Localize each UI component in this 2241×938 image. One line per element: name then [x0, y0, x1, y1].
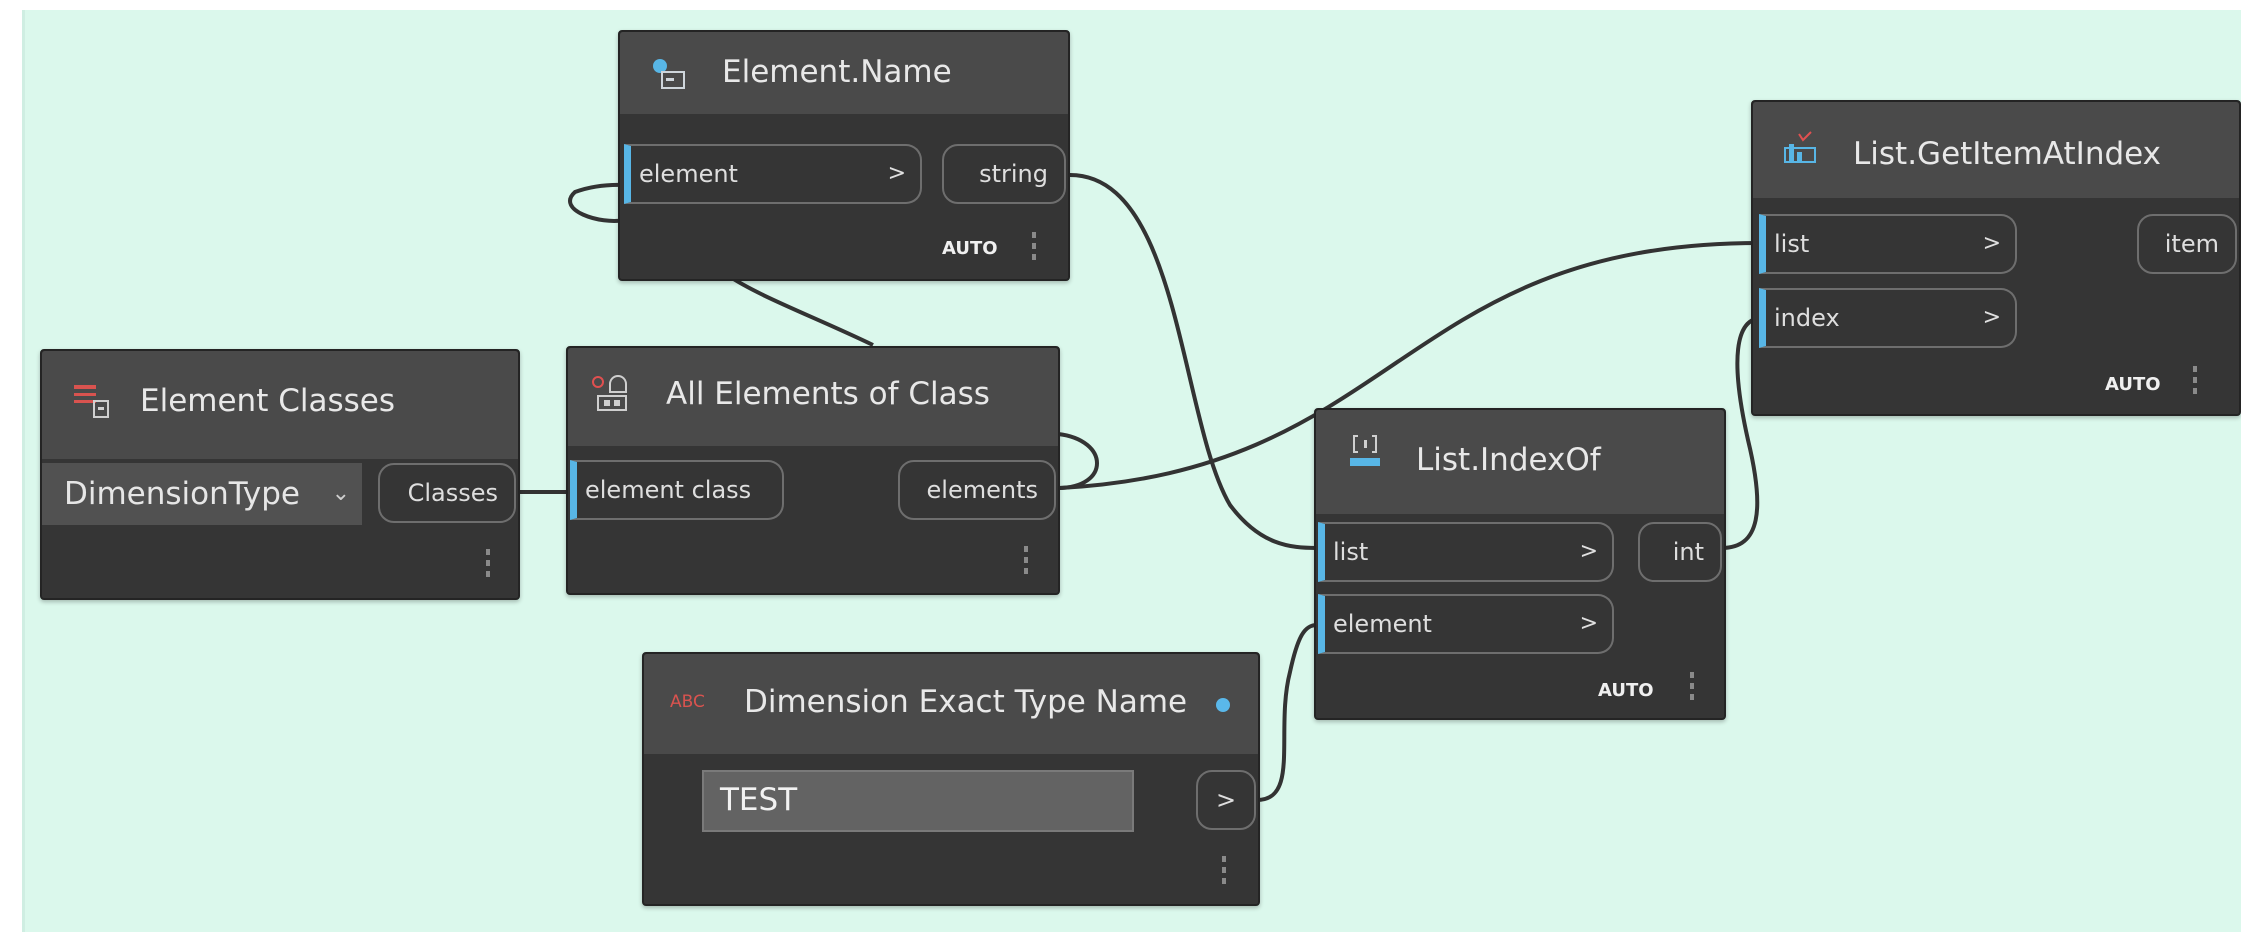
list-node-icon [74, 385, 109, 418]
port-arrow: > [1982, 305, 2001, 330]
all-elements-node[interactable]: All Elements of Class element class elem… [566, 346, 1060, 595]
dimension-type-name-node[interactable]: ABC Dimension Exact Type Name TEST > [642, 652, 1260, 906]
port-arrow: > [1982, 231, 2001, 256]
port-label: element [1333, 610, 1432, 638]
input-port-index[interactable]: index > [1759, 288, 2017, 348]
port-label: int [1672, 538, 1704, 566]
chevron-down-icon: ⌄ [331, 481, 350, 506]
input-port-element-class[interactable]: element class [570, 460, 784, 520]
index-of-icon [1350, 435, 1380, 466]
output-port-string[interactable]: string [942, 144, 1066, 204]
port-label: index [1774, 304, 1840, 332]
input-port-list[interactable]: list > [1318, 522, 1614, 582]
element-node-icon [653, 59, 685, 89]
port-arrow: > [1215, 786, 1237, 814]
node-menu-dots[interactable] [1024, 546, 1030, 579]
lacing-label: AUTO [2105, 374, 2161, 395]
node-title: Element Classes [140, 383, 395, 419]
port-label: item [2164, 230, 2219, 258]
lacing-label: AUTO [942, 238, 998, 259]
input-port-list[interactable]: list > [1759, 214, 2017, 274]
node-title: Dimension Exact Type Name [744, 684, 1188, 720]
node-menu-dots[interactable] [2193, 366, 2199, 399]
lacing-label: AUTO [1598, 680, 1654, 701]
output-port-classes[interactable]: Classes [378, 463, 516, 523]
node-menu-dots[interactable] [1222, 856, 1228, 889]
class-dropdown[interactable]: DimensionType ⌄ [42, 463, 362, 525]
node-title: Element.Name [722, 54, 952, 90]
port-label: element [639, 160, 738, 188]
port-arrow: > [1579, 611, 1598, 636]
port-label: Classes [407, 479, 498, 507]
element-name-node[interactable]: Element.Name element > string AUTO [618, 30, 1070, 281]
get-item-icon [1784, 131, 1816, 163]
list-indexof-node[interactable]: List.IndexOf list > element > int AUTO [1314, 408, 1726, 720]
string-value-field[interactable]: TEST [702, 770, 1134, 832]
output-port-elements[interactable]: elements [898, 460, 1056, 520]
output-port-string[interactable]: > [1196, 770, 1256, 830]
output-port-int[interactable]: int [1638, 522, 1722, 582]
class-node-icon [592, 375, 627, 411]
input-port-element[interactable]: element > [1318, 594, 1614, 654]
port-label: element class [585, 476, 752, 504]
dropdown-value: DimensionType [64, 476, 300, 512]
input-port-element[interactable]: element > [624, 144, 922, 204]
output-port-item[interactable]: item [2137, 214, 2237, 274]
input-node-indicator [1216, 698, 1230, 712]
port-arrow: > [887, 161, 906, 186]
node-menu-dots[interactable] [1032, 232, 1038, 265]
element-classes-node[interactable]: Element Classes DimensionType ⌄ Classes [40, 349, 520, 600]
string-node-icon: ABC [670, 692, 705, 712]
port-label: elements [926, 476, 1038, 504]
node-title: List.IndexOf [1416, 442, 1601, 478]
node-menu-dots[interactable] [486, 549, 492, 582]
port-label: string [979, 160, 1048, 188]
node-title: All Elements of Class [666, 376, 990, 412]
node-menu-dots[interactable] [1690, 672, 1696, 705]
port-label: list [1333, 538, 1369, 566]
port-arrow: > [1579, 539, 1598, 564]
port-label: list [1774, 230, 1810, 258]
node-title: List.GetItemAtIndex [1853, 136, 2162, 172]
list-getitem-node[interactable]: List.GetItemAtIndex list > index > item … [1751, 100, 2241, 416]
